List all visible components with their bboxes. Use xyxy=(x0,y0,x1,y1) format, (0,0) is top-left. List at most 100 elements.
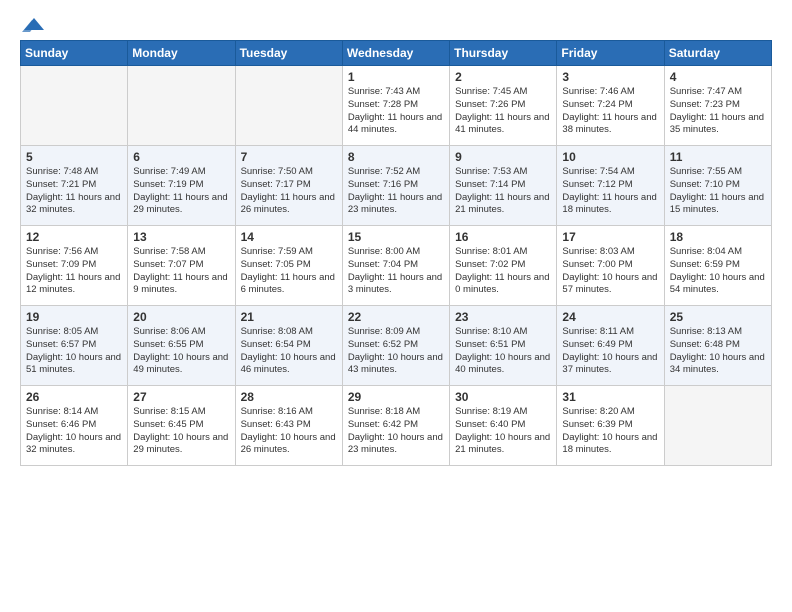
calendar-table: SundayMondayTuesdayWednesdayThursdayFrid… xyxy=(20,40,772,466)
day-number: 30 xyxy=(455,390,551,404)
calendar-week-row: 26 Sunrise: 8:14 AMSunset: 6:46 PMDayligh… xyxy=(21,386,772,466)
day-number: 9 xyxy=(455,150,551,164)
calendar-week-row: 19 Sunrise: 8:05 AMSunset: 6:57 PMDayligh… xyxy=(21,306,772,386)
day-number: 29 xyxy=(348,390,444,404)
logo xyxy=(20,16,44,30)
calendar-cell xyxy=(21,66,128,146)
day-number: 19 xyxy=(26,310,122,324)
day-info: Sunrise: 8:01 AMSunset: 7:02 PMDaylight:… xyxy=(455,246,549,295)
day-number: 15 xyxy=(348,230,444,244)
calendar-cell: 12 Sunrise: 7:56 AMSunset: 7:09 PMDayligh… xyxy=(21,226,128,306)
calendar-cell: 16 Sunrise: 8:01 AMSunset: 7:02 PMDayligh… xyxy=(450,226,557,306)
calendar-cell: 31 Sunrise: 8:20 AMSunset: 6:39 PMDayligh… xyxy=(557,386,664,466)
calendar-cell: 28 Sunrise: 8:16 AMSunset: 6:43 PMDayligh… xyxy=(235,386,342,466)
day-info: Sunrise: 7:50 AMSunset: 7:17 PMDaylight:… xyxy=(241,166,335,215)
day-number: 17 xyxy=(562,230,658,244)
calendar-cell: 20 Sunrise: 8:06 AMSunset: 6:55 PMDayligh… xyxy=(128,306,235,386)
day-number: 28 xyxy=(241,390,337,404)
weekday-header-sunday: Sunday xyxy=(21,41,128,66)
calendar-cell: 6 Sunrise: 7:49 AMSunset: 7:19 PMDaylight… xyxy=(128,146,235,226)
day-info: Sunrise: 8:10 AMSunset: 6:51 PMDaylight:… xyxy=(455,326,550,375)
page: SundayMondayTuesdayWednesdayThursdayFrid… xyxy=(0,0,792,612)
day-info: Sunrise: 8:14 AMSunset: 6:46 PMDaylight:… xyxy=(26,406,121,455)
day-number: 3 xyxy=(562,70,658,84)
calendar-cell: 25Sunrise: 8:13 AMSunset: 6:48 PMDayligh… xyxy=(664,306,771,386)
day-info: Sunrise: 7:46 AMSunset: 7:24 PMDaylight:… xyxy=(562,86,656,135)
calendar-cell: 14 Sunrise: 7:59 AMSunset: 7:05 PMDayligh… xyxy=(235,226,342,306)
day-number: 25 xyxy=(670,310,766,324)
day-info: Sunrise: 7:53 AMSunset: 7:14 PMDaylight:… xyxy=(455,166,549,215)
day-info: Sunrise: 8:15 AMSunset: 6:45 PMDaylight:… xyxy=(133,406,228,455)
calendar-cell: 1Sunrise: 7:43 AMSunset: 7:28 PMDaylight… xyxy=(342,66,449,146)
calendar-cell: 8 Sunrise: 7:52 AMSunset: 7:16 PMDaylight… xyxy=(342,146,449,226)
day-info: Sunrise: 8:04 AMSunset: 6:59 PMDaylight:… xyxy=(670,246,765,295)
weekday-header-friday: Friday xyxy=(557,41,664,66)
calendar-cell: 29Sunrise: 8:18 AMSunset: 6:42 PMDayligh… xyxy=(342,386,449,466)
calendar-cell: 26 Sunrise: 8:14 AMSunset: 6:46 PMDayligh… xyxy=(21,386,128,466)
calendar-cell: 19 Sunrise: 8:05 AMSunset: 6:57 PMDayligh… xyxy=(21,306,128,386)
weekday-header-wednesday: Wednesday xyxy=(342,41,449,66)
day-info: Sunrise: 8:00 AMSunset: 7:04 PMDaylight:… xyxy=(348,246,442,295)
day-number: 16 xyxy=(455,230,551,244)
calendar-cell: 15 Sunrise: 8:00 AMSunset: 7:04 PMDayligh… xyxy=(342,226,449,306)
weekday-header-monday: Monday xyxy=(128,41,235,66)
calendar-cell: 21Sunrise: 8:08 AMSunset: 6:54 PMDayligh… xyxy=(235,306,342,386)
day-number: 13 xyxy=(133,230,229,244)
calendar-cell: 4 Sunrise: 7:47 AMSunset: 7:23 PMDaylight… xyxy=(664,66,771,146)
day-number: 12 xyxy=(26,230,122,244)
day-number: 24 xyxy=(562,310,658,324)
day-number: 10 xyxy=(562,150,658,164)
day-info: Sunrise: 7:43 AMSunset: 7:28 PMDaylight:… xyxy=(348,86,442,135)
day-info: Sunrise: 7:48 AMSunset: 7:21 PMDaylight:… xyxy=(26,166,120,215)
weekday-header-tuesday: Tuesday xyxy=(235,41,342,66)
day-number: 6 xyxy=(133,150,229,164)
calendar-week-row: 5Sunrise: 7:48 AMSunset: 7:21 PMDaylight… xyxy=(21,146,772,226)
day-info: Sunrise: 7:58 AMSunset: 7:07 PMDaylight:… xyxy=(133,246,227,295)
weekday-header-saturday: Saturday xyxy=(664,41,771,66)
day-info: Sunrise: 7:56 AMSunset: 7:09 PMDaylight:… xyxy=(26,246,120,295)
logo-icon xyxy=(22,16,44,32)
day-info: Sunrise: 7:55 AMSunset: 7:10 PMDaylight:… xyxy=(670,166,764,215)
day-info: Sunrise: 8:03 AMSunset: 7:00 PMDaylight:… xyxy=(562,246,657,295)
day-number: 22 xyxy=(348,310,444,324)
calendar-cell: 11 Sunrise: 7:55 AMSunset: 7:10 PMDayligh… xyxy=(664,146,771,226)
day-number: 23 xyxy=(455,310,551,324)
calendar-cell: 30 Sunrise: 8:19 AMSunset: 6:40 PMDayligh… xyxy=(450,386,557,466)
day-info: Sunrise: 7:45 AMSunset: 7:26 PMDaylight:… xyxy=(455,86,549,135)
day-info: Sunrise: 7:52 AMSunset: 7:16 PMDaylight:… xyxy=(348,166,442,215)
calendar-cell: 27Sunrise: 8:15 AMSunset: 6:45 PMDayligh… xyxy=(128,386,235,466)
day-number: 18 xyxy=(670,230,766,244)
weekday-header-row: SundayMondayTuesdayWednesdayThursdayFrid… xyxy=(21,41,772,66)
day-number: 2 xyxy=(455,70,551,84)
day-info: Sunrise: 7:49 AMSunset: 7:19 PMDaylight:… xyxy=(133,166,227,215)
day-info: Sunrise: 8:05 AMSunset: 6:57 PMDaylight:… xyxy=(26,326,121,375)
header xyxy=(20,16,772,30)
calendar-cell: 23 Sunrise: 8:10 AMSunset: 6:51 PMDayligh… xyxy=(450,306,557,386)
day-number: 8 xyxy=(348,150,444,164)
day-info: Sunrise: 7:59 AMSunset: 7:05 PMDaylight:… xyxy=(241,246,335,295)
day-number: 7 xyxy=(241,150,337,164)
calendar-cell: 24Sunrise: 8:11 AMSunset: 6:49 PMDayligh… xyxy=(557,306,664,386)
calendar-cell: 18 Sunrise: 8:04 AMSunset: 6:59 PMDayligh… xyxy=(664,226,771,306)
calendar-week-row: 1Sunrise: 7:43 AMSunset: 7:28 PMDaylight… xyxy=(21,66,772,146)
day-info: Sunrise: 8:16 AMSunset: 6:43 PMDaylight:… xyxy=(241,406,336,455)
day-number: 26 xyxy=(26,390,122,404)
calendar-cell: 13 Sunrise: 7:58 AMSunset: 7:07 PMDayligh… xyxy=(128,226,235,306)
day-info: Sunrise: 8:09 AMSunset: 6:52 PMDaylight:… xyxy=(348,326,443,375)
day-info: Sunrise: 8:20 AMSunset: 6:39 PMDaylight:… xyxy=(562,406,657,455)
day-number: 4 xyxy=(670,70,766,84)
day-number: 11 xyxy=(670,150,766,164)
calendar-cell: 22 Sunrise: 8:09 AMSunset: 6:52 PMDayligh… xyxy=(342,306,449,386)
calendar-cell: 3 Sunrise: 7:46 AMSunset: 7:24 PMDaylight… xyxy=(557,66,664,146)
day-number: 14 xyxy=(241,230,337,244)
calendar-cell: 10Sunrise: 7:54 AMSunset: 7:12 PMDayligh… xyxy=(557,146,664,226)
day-info: Sunrise: 7:47 AMSunset: 7:23 PMDaylight:… xyxy=(670,86,764,135)
day-number: 31 xyxy=(562,390,658,404)
day-info: Sunrise: 8:19 AMSunset: 6:40 PMDaylight:… xyxy=(455,406,550,455)
weekday-header-thursday: Thursday xyxy=(450,41,557,66)
day-info: Sunrise: 8:06 AMSunset: 6:55 PMDaylight:… xyxy=(133,326,228,375)
day-number: 20 xyxy=(133,310,229,324)
calendar-cell xyxy=(235,66,342,146)
day-info: Sunrise: 8:08 AMSunset: 6:54 PMDaylight:… xyxy=(241,326,336,375)
calendar-cell: 17 Sunrise: 8:03 AMSunset: 7:00 PMDayligh… xyxy=(557,226,664,306)
